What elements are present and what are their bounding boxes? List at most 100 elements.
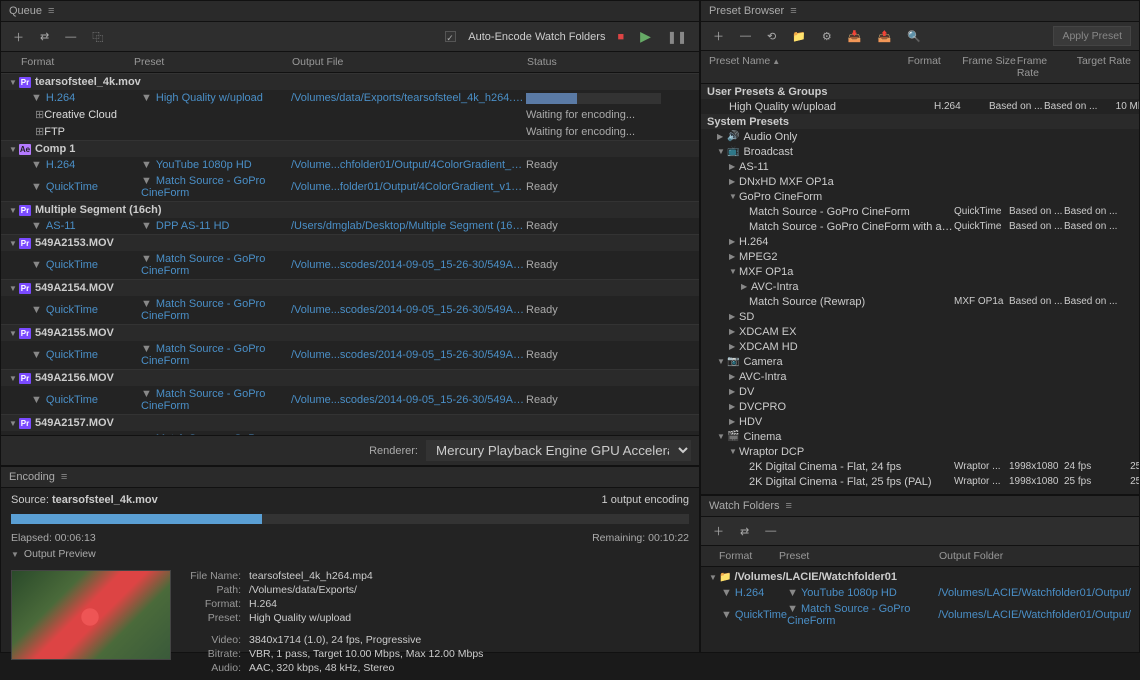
preset-category[interactable]: XDCAM HD	[701, 339, 1139, 354]
preset-category[interactable]: 🎬Cinema	[701, 429, 1139, 444]
header-output-folder[interactable]: Output Folder	[939, 550, 1131, 562]
expand-toggle-icon[interactable]	[9, 145, 19, 154]
expand-toggle-icon[interactable]	[9, 78, 19, 87]
preview-toggle[interactable]	[11, 550, 21, 559]
queue-group-row[interactable]: Pr tearsofsteel_4k.mov	[1, 73, 699, 90]
preset-item[interactable]: High Quality w/uploadH.264Based on ...Ba…	[701, 99, 1139, 114]
preset-link[interactable]: DPP AS-11 HD	[156, 220, 230, 232]
settings-icon[interactable]: ⇄	[36, 28, 53, 45]
watch-output-row[interactable]: ▼QuickTime▼Match Source - GoPro CineForm…	[701, 601, 1139, 629]
expand-toggle-icon[interactable]	[717, 147, 727, 156]
format-link[interactable]: QuickTime	[46, 181, 98, 193]
new-preset-button[interactable]: ＋	[709, 26, 728, 46]
panel-menu-icon[interactable]: ≡	[790, 5, 796, 17]
preset-link[interactable]: Match Source - GoPro CineForm	[787, 603, 910, 627]
preset-link[interactable]: Match Source - GoPro CineForm	[141, 388, 265, 412]
preset-category[interactable]: DNxHD MXF OP1a	[701, 174, 1139, 189]
preset-item[interactable]: Match Source (Rewrap)MXF OP1aBased on ..…	[701, 294, 1139, 309]
expand-toggle-icon[interactable]	[717, 132, 727, 141]
expand-toggle-icon[interactable]	[9, 419, 19, 428]
preset-category[interactable]: DV	[701, 384, 1139, 399]
output-path[interactable]: /Volumes/data/Exports/tearsofsteel_4k_h2…	[291, 92, 526, 104]
queue-group-row[interactable]: Pr 549A2156.MOV	[1, 369, 699, 386]
header-preset[interactable]: Preset	[779, 550, 939, 562]
preset-category[interactable]: User Presets & Groups	[701, 84, 1139, 99]
format-link[interactable]: H.264	[46, 159, 75, 171]
header-target-rate[interactable]: Target Rate	[1071, 55, 1131, 79]
format-link[interactable]: QuickTime	[46, 394, 98, 406]
output-path[interactable]: /Users/dmglab/Desktop/Multiple Segment (…	[291, 220, 526, 232]
search-icon[interactable]: 🔍	[903, 28, 925, 45]
preset-category[interactable]: DVCPRO	[701, 399, 1139, 414]
queue-output-row[interactable]: ⊞ Creative CloudWaiting for encoding...	[1, 106, 699, 123]
expand-toggle-icon[interactable]	[729, 387, 739, 396]
expand-toggle-icon[interactable]	[9, 329, 19, 338]
output-path[interactable]: /Volume...scodes/2014-09-05_15-26-30/549…	[291, 259, 526, 271]
preset-link[interactable]: High Quality w/upload	[156, 92, 263, 104]
format-link[interactable]: QuickTime	[735, 609, 787, 621]
preset-link[interactable]: Match Source - GoPro CineForm	[141, 343, 265, 367]
preset-category[interactable]: AVC-Intra	[701, 279, 1139, 294]
expand-toggle-icon[interactable]	[729, 372, 739, 381]
output-path[interactable]: /Volume...scodes/2014-09-05_15-26-30/549…	[291, 349, 526, 361]
panel-menu-icon[interactable]: ≡	[61, 471, 67, 483]
panel-menu-icon[interactable]: ≡	[48, 5, 54, 17]
queue-output-row[interactable]: ▼QuickTime▼Match Source - GoPro CineForm…	[1, 386, 699, 414]
import-icon[interactable]: 📥	[844, 28, 866, 45]
preset-category[interactable]: H.264	[701, 234, 1139, 249]
queue-output-row[interactable]: ▼H.264▼High Quality w/upload/Volumes/dat…	[1, 90, 699, 106]
panel-menu-icon[interactable]: ≡	[786, 500, 792, 512]
remove-watch-folder-button[interactable]: —	[761, 523, 780, 539]
expand-toggle-icon[interactable]	[729, 237, 739, 246]
expand-toggle-icon[interactable]	[9, 284, 19, 293]
settings-icon[interactable]: ⚙	[818, 28, 836, 45]
add-watch-folder-button[interactable]: ＋	[709, 521, 728, 541]
header-frame-rate[interactable]: Frame Rate	[1017, 55, 1072, 79]
header-format[interactable]: Format	[709, 550, 779, 562]
watch-folder-row[interactable]: 📁/Volumes/LACIE/Watchfolder01	[701, 569, 1139, 585]
queue-tab[interactable]: Queue ≡	[1, 1, 699, 22]
queue-group-row[interactable]: Pr 549A2153.MOV	[1, 234, 699, 251]
output-path[interactable]: /Volume...scodes/2014-09-05_15-26-30/549…	[291, 304, 526, 316]
settings-icon[interactable]: ⇄	[736, 523, 753, 540]
header-preset[interactable]: Preset	[134, 56, 292, 68]
preset-link[interactable]: YouTube 1080p HD	[156, 159, 252, 171]
preset-category[interactable]: XDCAM EX	[701, 324, 1139, 339]
expand-toggle-icon[interactable]	[729, 177, 739, 186]
preset-link[interactable]: Match Source - GoPro CineForm	[141, 253, 265, 277]
queue-output-row[interactable]: ▼QuickTime▼Match Source - GoPro CineForm…	[1, 251, 699, 279]
preset-link[interactable]: Match Source - GoPro CineForm	[141, 175, 265, 199]
expand-toggle-icon[interactable]	[729, 162, 739, 171]
expand-toggle-icon[interactable]	[9, 206, 19, 215]
duplicate-button[interactable]: ⿻	[88, 27, 107, 47]
preset-link[interactable]: YouTube 1080p HD	[801, 587, 897, 599]
preset-browser-tab[interactable]: Preset Browser ≡	[701, 1, 1139, 22]
queue-output-row[interactable]: ▼AS-11▼DPP AS-11 HD/Users/dmglab/Desktop…	[1, 218, 699, 234]
expand-toggle-icon[interactable]	[729, 342, 739, 351]
preset-category[interactable]: 📷Camera	[701, 354, 1139, 369]
preset-item[interactable]: 2K Digital Cinema - Flat, 24 fpsWraptor …	[701, 459, 1139, 474]
stop-button[interactable]: ■	[613, 29, 628, 45]
preset-category[interactable]: AS-11	[701, 159, 1139, 174]
auto-encode-checkbox[interactable]	[445, 31, 456, 42]
expand-toggle-icon[interactable]	[729, 402, 739, 411]
preset-category[interactable]: HDV	[701, 414, 1139, 429]
queue-output-row[interactable]: ▼QuickTime▼Match Source - GoPro CineForm…	[1, 341, 699, 369]
export-icon[interactable]: 📤	[874, 28, 896, 45]
preset-category[interactable]: 📺Broadcast	[701, 144, 1139, 159]
format-link[interactable]: QuickTime	[46, 304, 98, 316]
preset-category[interactable]: GoPro CineForm	[701, 189, 1139, 204]
output-path[interactable]: /Volume...folder01/Output/4ColorGradient…	[291, 181, 526, 193]
preset-item[interactable]: Match Source - GoPro CineFormQuickTimeBa…	[701, 204, 1139, 219]
header-output[interactable]: Output File	[292, 56, 527, 68]
queue-group-row[interactable]: Pr 549A2154.MOV	[1, 279, 699, 296]
queue-group-row[interactable]: Pr 549A2157.MOV	[1, 414, 699, 431]
format-link[interactable]: AS-11	[46, 220, 76, 232]
watch-folders-tab[interactable]: Watch Folders ≡	[701, 496, 1139, 517]
expand-toggle-icon[interactable]	[741, 282, 751, 291]
header-format[interactable]: Format	[908, 55, 963, 79]
output-path[interactable]: /Volume...chfolder01/Output/4ColorGradie…	[291, 159, 526, 171]
encoding-tab[interactable]: Encoding ≡	[1, 467, 699, 488]
header-frame-size[interactable]: Frame Size	[962, 55, 1017, 79]
folder-icon[interactable]: 📁	[788, 28, 810, 45]
